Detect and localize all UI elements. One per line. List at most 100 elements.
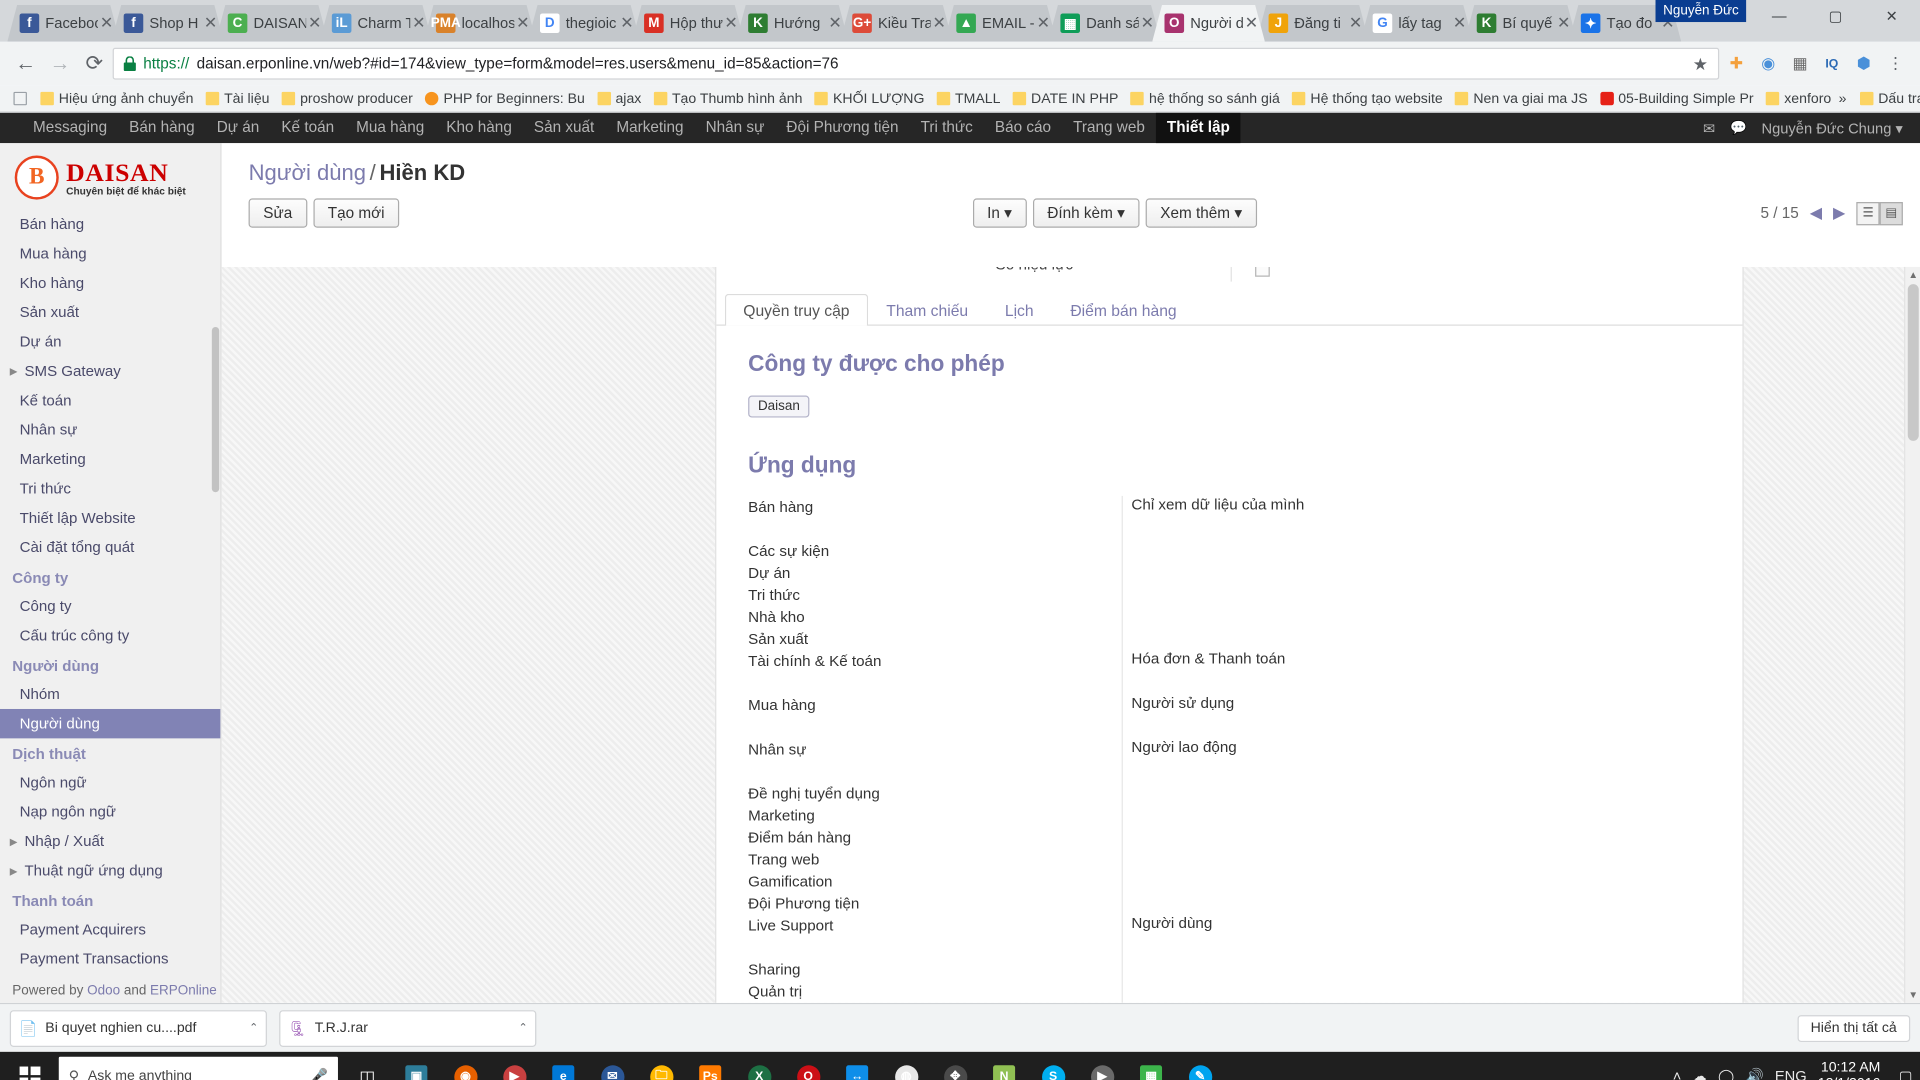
tab-close-icon[interactable]: ✕ — [1347, 13, 1364, 33]
other-bookmarks-folder[interactable]: Dấu trang khác — [1854, 90, 1920, 107]
bookmark-item[interactable]: xenforo — [1760, 90, 1838, 107]
browser-tab[interactable]: iL Charm T ✕ — [320, 5, 433, 42]
bookmark-item[interactable]: TMALL — [931, 90, 1007, 107]
tray-expand-icon[interactable]: ˄ — [1673, 1068, 1682, 1080]
app-menu-item[interactable]: Kho hàng — [435, 113, 523, 144]
main-scrollbar-thumb[interactable] — [1907, 284, 1919, 441]
tab-close-icon[interactable]: ✕ — [514, 13, 531, 33]
sidebar-item-6[interactable]: Kế toán — [0, 386, 220, 415]
bookmark-item[interactable]: proshow producer — [276, 90, 419, 107]
media-icon[interactable]: ▶ — [490, 1052, 539, 1080]
tab-close-icon[interactable]: ✕ — [1555, 13, 1572, 33]
app-value[interactable]: Hóa đơn & Thanh toán — [1131, 650, 1285, 672]
tab-close-icon[interactable]: ✕ — [722, 13, 739, 33]
tab-close-icon[interactable]: ✕ — [1035, 13, 1052, 33]
explorer-icon[interactable]: 🗀 — [637, 1052, 686, 1080]
tab-close-icon[interactable]: ✕ — [410, 13, 427, 33]
mail-icon[interactable]: ✉ — [1703, 119, 1715, 136]
tab-close-icon[interactable]: ✕ — [618, 13, 635, 33]
chrome-profile-badge[interactable]: Nguyễn Đức — [1655, 0, 1747, 23]
tab-close-icon[interactable]: ✕ — [1243, 13, 1260, 33]
browser-tab[interactable]: PMA localhos ✕ — [424, 5, 537, 42]
extension-icon-4[interactable]: IQ — [1817, 49, 1846, 78]
sidebar-item-13[interactable]: Công ty — [0, 591, 220, 620]
sidebar-item-21[interactable]: ▶ Nhập / Xuất — [0, 827, 220, 856]
bookmarks-overflow-chevron[interactable]: » — [1839, 91, 1847, 106]
browser-tab[interactable]: J Đăng ti ✕ — [1256, 5, 1369, 42]
download-menu-icon[interactable]: ⌃ — [519, 1021, 528, 1034]
download-menu-icon[interactable]: ⌃ — [249, 1021, 258, 1034]
browser-tab[interactable]: ▦ Danh sá ✕ — [1048, 5, 1161, 42]
address-bar[interactable]: https:// daisan.erponline.vn/web?#id=174… — [112, 47, 1720, 80]
extension-icon-2[interactable]: ◉ — [1753, 49, 1782, 78]
cortana-search-box[interactable]: ⚲ Ask me anything 🎤 — [58, 1056, 338, 1080]
app-value[interactable]: Người sử dụng — [1131, 694, 1234, 716]
start-button[interactable] — [0, 1052, 59, 1080]
sidebar-item-4[interactable]: Dự án — [0, 327, 220, 356]
sidebar-item-14[interactable]: Cấu trúc công ty — [0, 621, 220, 650]
sidebar-item-11[interactable]: Cài đặt tổng quát — [0, 533, 220, 562]
network-icon[interactable]: ◯ — [1718, 1068, 1734, 1080]
app-menu-item[interactable]: Messaging — [22, 113, 118, 144]
edge-icon[interactable]: e — [539, 1052, 588, 1080]
sidebar-item-24[interactable]: Payment Acquirers — [0, 915, 220, 944]
browser-tab[interactable]: ▲ EMAIL - ✕ — [944, 5, 1057, 42]
sidebar-item-3[interactable]: Sản xuất — [0, 298, 220, 327]
bookmark-item[interactable]: Tạo Thumb hình ảnh — [647, 90, 808, 107]
attach-dropdown-button[interactable]: Đính kèm ▾ — [1032, 198, 1140, 228]
bookmark-star-icon[interactable]: ★ — [1693, 53, 1708, 74]
pager-next-icon[interactable]: ▶ — [1833, 203, 1845, 223]
sidebar-item-1[interactable]: Mua hàng — [0, 239, 220, 268]
tab-close-icon[interactable]: ✕ — [306, 13, 323, 33]
maximize-button[interactable]: ▢ — [1807, 0, 1863, 32]
main-scrollbar[interactable]: ▲ ▼ — [1904, 266, 1920, 1003]
breadcrumb-parent[interactable]: Người dùng — [249, 160, 366, 184]
scroll-up-icon[interactable]: ▲ — [1905, 267, 1920, 283]
browser-tab[interactable]: O Người d ✕ — [1152, 5, 1265, 42]
show-all-downloads-button[interactable]: Hiển thị tất cả — [1797, 1014, 1911, 1042]
reload-icon[interactable]: ⟳ — [78, 48, 110, 80]
erponline-link[interactable]: ERPOnline — [150, 983, 217, 998]
app-menu-item[interactable]: Bán hàng — [118, 113, 206, 144]
create-button[interactable]: Tạo mới — [313, 198, 400, 228]
bookmark-item[interactable]: 05-Building Simple Pr — [1594, 90, 1760, 107]
sidebar-item-2[interactable]: Kho hàng — [0, 268, 220, 297]
tab-close-icon[interactable]: ✕ — [1139, 13, 1156, 33]
forward-icon[interactable]: → — [44, 48, 76, 80]
sidebar-item-9[interactable]: Tri thức — [0, 474, 220, 503]
browser-tab[interactable]: K Bí quyế ✕ — [1464, 5, 1577, 42]
bookmark-item[interactable]: Tài liệu — [200, 90, 276, 107]
download-item[interactable]: 📄 Bi quyet nghien cu....pdf ⌃ — [9, 1009, 267, 1047]
close-button[interactable]: ✕ — [1864, 0, 1920, 32]
notepad-plus-icon[interactable]: N — [980, 1052, 1029, 1080]
tab-close-icon[interactable]: ✕ — [98, 13, 115, 33]
app-value[interactable]: Chỉ xem dữ liệu của mình — [1131, 496, 1304, 518]
odoo-link[interactable]: Odoo — [87, 983, 120, 998]
browser-tab[interactable]: G+ Kiều Tra ✕ — [840, 5, 953, 42]
paint-icon[interactable]: ✎ — [1176, 1052, 1225, 1080]
browser-tab[interactable]: Dthegioic ✕ — [528, 5, 641, 42]
teamviewer-icon[interactable]: ↔ — [833, 1052, 882, 1080]
odoo-user-menu[interactable]: Nguyễn Đức Chung ▾ — [1761, 119, 1902, 136]
clipped-checkbox[interactable] — [1255, 266, 1270, 277]
clock[interactable]: 10:12 AM 12/1/2016 — [1818, 1060, 1888, 1080]
tab-close-icon[interactable]: ✕ — [202, 13, 219, 33]
opera-icon[interactable]: O — [784, 1052, 833, 1080]
bookmark-item[interactable]: ajax — [591, 90, 647, 107]
bookmark-item[interactable]: hệ thống so sánh giá — [1125, 90, 1286, 107]
sidebar-item-17[interactable]: Người dùng — [0, 708, 221, 739]
download-item[interactable]: 🗜 T.R.J.rar ⌃ — [279, 1009, 537, 1047]
sidebar-item-8[interactable]: Marketing — [0, 444, 220, 473]
extension-icon-3[interactable]: ▦ — [1785, 49, 1814, 78]
browser-tab[interactable]: C DAISAN ✕ — [216, 5, 329, 42]
player-icon[interactable]: ▶ — [1078, 1052, 1127, 1080]
chat-icon[interactable]: 💬 — [1730, 120, 1747, 136]
app-menu-item[interactable]: Thiết lập — [1155, 112, 1241, 144]
app-menu-item[interactable]: Báo cáo — [984, 113, 1062, 144]
tab-close-icon[interactable]: ✕ — [827, 13, 844, 33]
browser-tab[interactable]: M Hộp thư ✕ — [632, 5, 745, 42]
sidebar-item-20[interactable]: Nạp ngôn ngữ — [0, 797, 220, 826]
bookmark-item[interactable]: PHP for Beginners: Bu — [419, 90, 591, 107]
app-value[interactable]: Người dùng — [1131, 915, 1212, 937]
language-indicator[interactable]: ENG — [1775, 1068, 1807, 1080]
